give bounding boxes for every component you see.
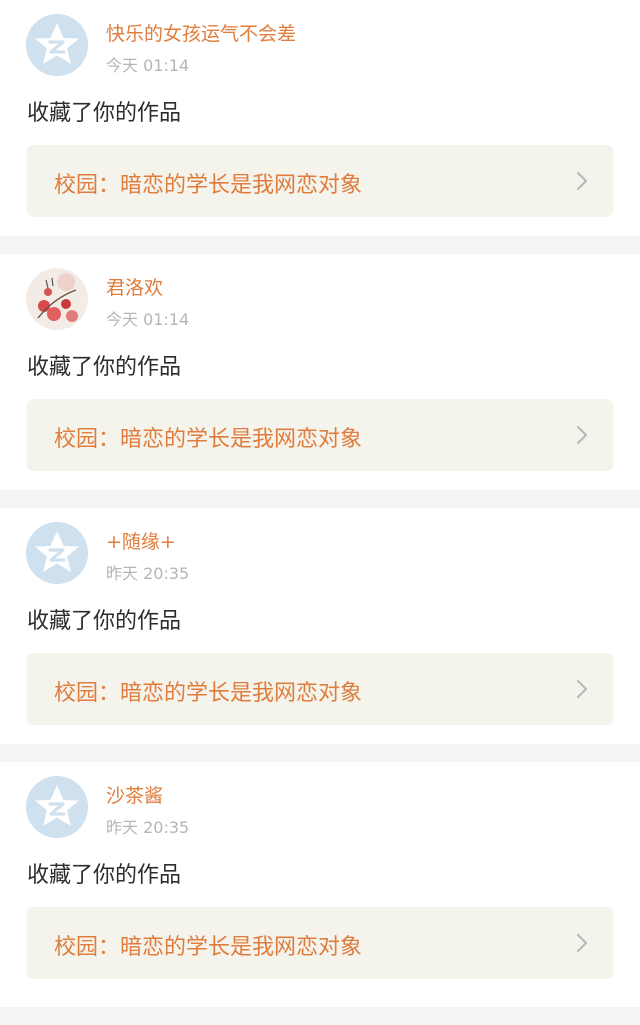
action-text: 收藏了你的作品: [27, 609, 182, 634]
user-name[interactable]: +随缘+: [106, 527, 176, 554]
chevron-right-icon: [575, 171, 589, 191]
notification-card: +随缘+ 昨天 20:35 收藏了你的作品 校园：暗恋的学长是我网恋对象: [0, 508, 640, 744]
photo-avatar: [26, 268, 88, 330]
action-text: 收藏了你的作品: [27, 101, 182, 126]
notification-card: 君洛欢 今天 01:14 收藏了你的作品 校园：暗恋的学长是我网恋对象: [0, 254, 640, 490]
timestamp: 昨天 20:35: [106, 818, 190, 837]
user-name[interactable]: 沙茶酱: [106, 781, 163, 808]
avatar[interactable]: [26, 268, 88, 330]
chevron-right-icon: [575, 425, 589, 445]
user-name[interactable]: 快乐的女孩运气不会差: [106, 19, 296, 46]
work-title: 校园：暗恋的学长是我网恋对象: [54, 173, 363, 198]
work-title: 校园：暗恋的学长是我网恋对象: [54, 427, 363, 452]
avatar[interactable]: [26, 14, 88, 76]
timestamp: 今天 01:14: [106, 310, 190, 329]
work-link[interactable]: 校园：暗恋的学长是我网恋对象: [27, 653, 613, 725]
notification-card: 沙茶酱 昨天 20:35 收藏了你的作品 校园：暗恋的学长是我网恋对象: [0, 762, 640, 1007]
timestamp: 昨天 20:35: [106, 564, 190, 583]
avatar[interactable]: [26, 522, 88, 584]
work-link[interactable]: 校园：暗恋的学长是我网恋对象: [27, 145, 613, 217]
action-text: 收藏了你的作品: [27, 863, 182, 888]
chevron-right-icon: [575, 933, 589, 953]
user-name[interactable]: 君洛欢: [106, 273, 163, 300]
work-title: 校园：暗恋的学长是我网恋对象: [54, 935, 363, 960]
avatar[interactable]: [26, 776, 88, 838]
work-title: 校园：暗恋的学长是我网恋对象: [54, 681, 363, 706]
work-link[interactable]: 校园：暗恋的学长是我网恋对象: [27, 399, 613, 471]
chevron-right-icon: [575, 679, 589, 699]
notification-card: 快乐的女孩运气不会差 今天 01:14 收藏了你的作品 校园：暗恋的学长是我网恋…: [0, 0, 640, 236]
timestamp: 今天 01:14: [106, 56, 190, 75]
default-qzone-star-icon: [26, 776, 88, 838]
action-text: 收藏了你的作品: [27, 355, 182, 380]
default-qzone-star-icon: [26, 522, 88, 584]
work-link[interactable]: 校园：暗恋的学长是我网恋对象: [27, 907, 613, 979]
default-qzone-star-icon: [26, 14, 88, 76]
notification-feed: 快乐的女孩运气不会差 今天 01:14 收藏了你的作品 校园：暗恋的学长是我网恋…: [0, 0, 640, 1007]
